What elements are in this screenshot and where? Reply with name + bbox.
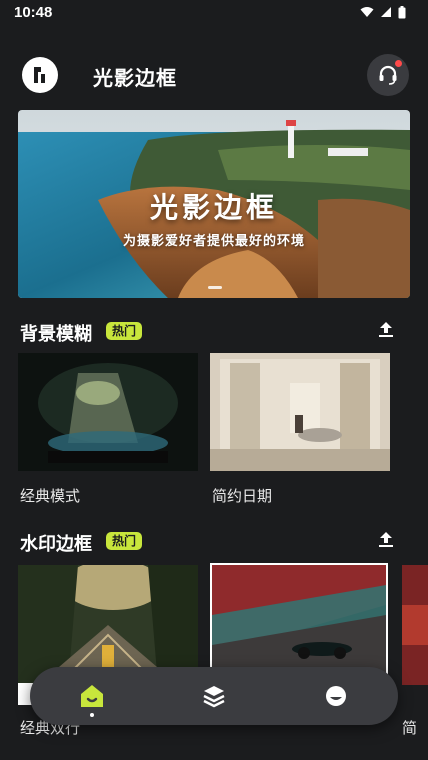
- upload-icon[interactable]: [376, 319, 396, 339]
- template-card-partial[interactable]: 简: [402, 565, 428, 737]
- nav-home[interactable]: [77, 681, 107, 711]
- app-header: 光影边框: [0, 50, 428, 100]
- bottom-navigation: [30, 667, 398, 725]
- section-title: 背景模糊: [20, 324, 92, 345]
- template-thumbnail: [210, 563, 388, 681]
- logo-icon: [34, 67, 45, 83]
- template-card-simple-date[interactable]: 简约日期: [210, 353, 390, 513]
- nav-active-indicator: [90, 713, 94, 717]
- customer-service-button[interactable]: [367, 54, 409, 96]
- hot-badge: 热门: [106, 322, 143, 340]
- nav-templates[interactable]: [199, 681, 229, 711]
- hot-badge: 热门: [106, 532, 143, 550]
- card-label: 经典模式: [20, 487, 81, 505]
- app-logo: [22, 57, 58, 93]
- headset-icon: [379, 65, 397, 85]
- profile-icon: [326, 686, 346, 706]
- template-thumbnail: [18, 353, 198, 471]
- wifi-icon: [360, 7, 374, 17]
- signal-icon: [381, 7, 391, 17]
- room-photo: [210, 353, 390, 471]
- upload-icon[interactable]: [376, 529, 396, 549]
- section-header-watermark-frame: 水印边框 热门: [18, 528, 410, 555]
- layers-icon: [203, 686, 225, 708]
- notification-dot: [395, 60, 402, 67]
- banner-subtitle: 为摄影爱好者提供最好的环境: [122, 234, 305, 249]
- template-thumbnail: [210, 353, 390, 471]
- banner-title: 光影边框: [149, 191, 278, 224]
- template-card-racing[interactable]: [210, 563, 390, 683]
- battery-icon: [398, 5, 406, 18]
- section-title: 水印边框: [20, 534, 92, 555]
- home-icon: [81, 685, 103, 707]
- template-thumbnail: [402, 565, 428, 685]
- status-icons: [360, 5, 406, 19]
- template-card-classic-mode[interactable]: 经典模式: [18, 353, 198, 513]
- status-bar: 10:48: [0, 0, 428, 24]
- partial-photo: [402, 565, 428, 685]
- app-title: 光影边框: [93, 66, 177, 90]
- racing-car-photo: [212, 565, 386, 679]
- nav-profile[interactable]: [321, 681, 351, 711]
- card-label: 简约日期: [212, 487, 273, 505]
- card-label: 简: [402, 719, 418, 737]
- banner-page-indicator: [208, 286, 222, 289]
- cave-photo: [18, 353, 198, 471]
- hero-banner[interactable]: 光影边框 为摄影爱好者提供最好的环境: [18, 110, 410, 298]
- section-header-background-blur: 背景模糊 热门: [18, 318, 410, 345]
- status-time: 10:48: [14, 3, 53, 21]
